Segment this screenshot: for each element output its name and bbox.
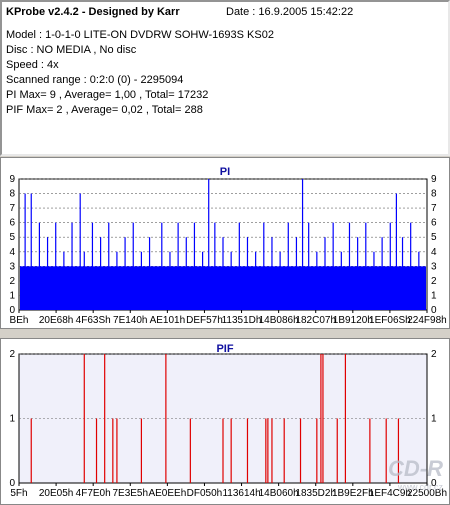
pi-ytick-left: 1 xyxy=(9,290,15,301)
pi-ytick-right: 4 xyxy=(431,247,437,258)
pif-chart-panel: PIF 0 0 1 1 2 2 5Fh 20E05h 4F7E0h 7E3E5h AE0EEh DF0… xyxy=(0,338,450,505)
pi-xtick-label: 1EF06Sh xyxy=(369,315,411,326)
pif-xtick-label: 113614h xyxy=(222,488,260,499)
pif-ytick-left: 1 xyxy=(9,414,15,425)
pif-xtick-label: 1835D2h xyxy=(295,488,336,499)
pi-ytick-right: 5 xyxy=(431,232,437,243)
pi-xtick-label: AE101h xyxy=(150,315,186,326)
pif-xtick-label: 1B9E2Fh xyxy=(332,488,374,499)
pi-chart-panel: PI 0 0 1 1 2 2 3 3 4 4 5 5 6 6 7 7 8 8 9 9 BEh 20E68h 4F63Sh 7E… xyxy=(0,157,450,329)
info-disc: Disc : NO MEDIA , No disc xyxy=(6,44,137,56)
pi-ytick-left: 6 xyxy=(9,218,15,229)
info-pif-stats: PIF Max= 2 , Average= 0,02 , Total= 288 xyxy=(6,104,203,116)
pi-ytick-right: 6 xyxy=(431,218,437,229)
pi-xtick-label: 182C07h xyxy=(295,315,336,326)
pi-xtick-label: 1B9120h xyxy=(333,315,373,326)
pif-xtick-label: 14B060h xyxy=(259,488,299,499)
pif-xtick-label: 5Fh xyxy=(10,488,27,499)
pi-ytick-right: 8 xyxy=(431,189,437,200)
pi-ytick-right: 3 xyxy=(431,261,437,272)
pi-chart: 0 01 12 23 34 45 56 67 78 89 9BEh 20E68h 4F63Sh 7E140… xyxy=(9,174,446,326)
info-panel: KProbe v2.4.2 - Designed by Karr Date : … xyxy=(0,0,450,156)
info-range: Scanned range : 0:2:0 (0) - 2295094 xyxy=(6,74,184,86)
info-model: Model : 1-0-1-0 LITE-ON DVDRW SOHW-1693S… xyxy=(6,29,274,41)
pi-ytick-left: 3 xyxy=(9,261,15,272)
watermark-logo: CD-R www.cdr.cz xyxy=(388,456,443,492)
pi-ytick-left: 4 xyxy=(9,247,15,258)
pi-ytick-left: 9 xyxy=(9,174,15,185)
scan-date: Date : 16.9.2005 15:42:22 xyxy=(226,6,354,18)
pi-xtick-label: 11351Dh xyxy=(222,315,262,326)
pi-ytick-left: 5 xyxy=(9,232,15,243)
pi-xtick-label: 14B086h xyxy=(259,315,299,326)
pi-ytick-left: 7 xyxy=(9,203,15,214)
info-pi-stats: PI Max= 9 , Average= 1,00 , Total= 17232 xyxy=(6,89,209,101)
pif-xtick-label: 20E05h xyxy=(39,488,73,499)
pi-ytick-right: 7 xyxy=(431,203,437,214)
pi-ytick-right: 2 xyxy=(431,276,437,287)
pi-ytick-left: 2 xyxy=(9,276,15,287)
pi-ytick-right: 1 xyxy=(431,290,437,301)
pi-xtick-label: 4F63Sh xyxy=(76,315,111,326)
pif-xtick-label: 7E3E5h xyxy=(112,488,148,499)
pi-xtick-label: 7E140h xyxy=(113,315,147,326)
pi-xtick-label: DEF57h xyxy=(186,315,223,326)
pif-ytick-left: 2 xyxy=(9,349,15,360)
app-title: KProbe v2.4.2 - Designed by Karr xyxy=(6,6,180,18)
pif-xtick-label: AE0EEh xyxy=(148,488,186,499)
pif-ytick-right: 2 xyxy=(431,349,437,360)
pi-xtick-label: 20E68h xyxy=(39,315,73,326)
pi-xtick-label: BEh xyxy=(10,315,29,326)
pif-ytick-right: 1 xyxy=(431,414,437,425)
pi-ytick-left: 8 xyxy=(9,189,15,200)
pif-xtick-label: 4F7E0h xyxy=(76,488,111,499)
pif-chart: 0 01 12 25Fh 20E05h 4F7E0h 7E3E5h AE0EEh DF050h 1… xyxy=(9,349,447,499)
pi-ytick-right: 9 xyxy=(431,174,437,185)
pif-xtick-label: DF050h xyxy=(187,488,223,499)
pi-xtick-label: 224F98h xyxy=(407,315,446,326)
info-speed: Speed : 4x xyxy=(6,59,59,71)
